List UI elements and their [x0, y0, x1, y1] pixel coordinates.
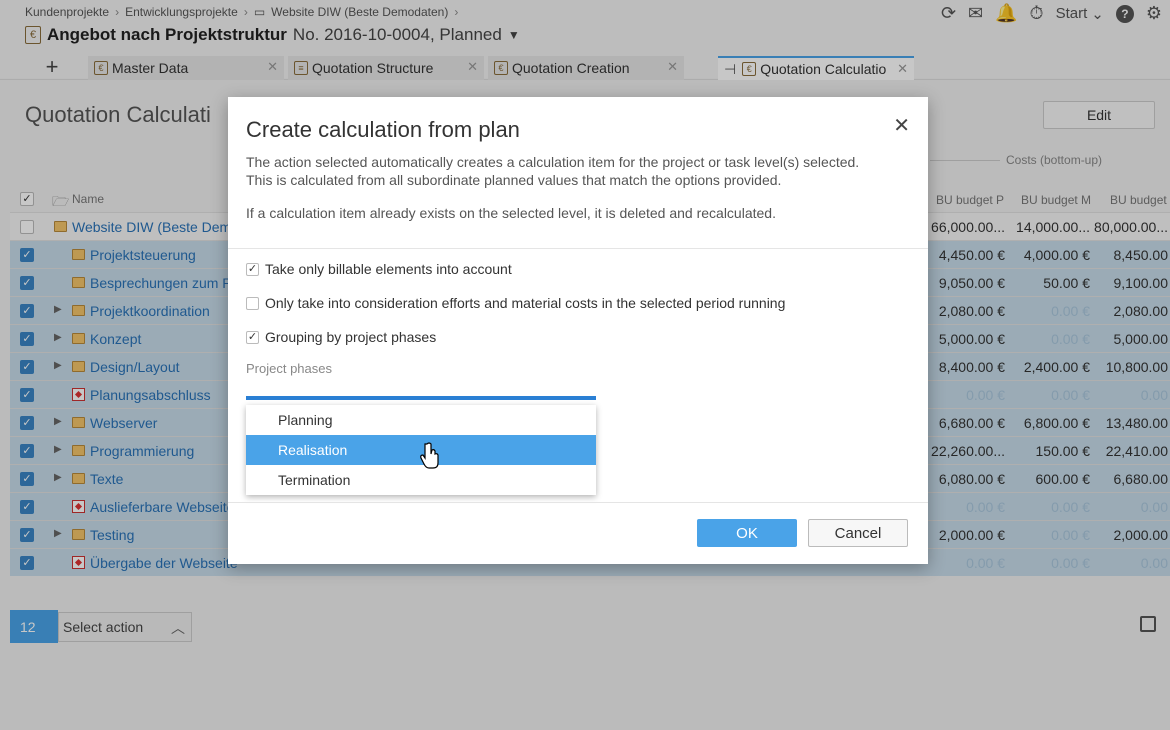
project-phases-input[interactable]: [246, 378, 596, 400]
description-note: If a calculation item already exists on …: [246, 205, 776, 221]
create-calculation-dialog: ✕ Create calculation from plan The actio…: [228, 97, 928, 564]
dialog-description: The action selected automatically create…: [246, 153, 906, 189]
divider: [228, 502, 928, 503]
option-label: Grouping by project phases: [265, 329, 437, 345]
dialog-title: Create calculation from plan: [246, 117, 520, 142]
cancel-button[interactable]: Cancel: [808, 519, 908, 547]
billable-only-checkbox[interactable]: ✓: [246, 262, 259, 276]
option-label: Take only billable elements into account: [265, 261, 512, 277]
description-line: This is calculated from all subordinate …: [246, 172, 782, 188]
billable-only-option[interactable]: ✓ Take only billable elements into accou…: [246, 261, 512, 277]
hand-cursor-icon: [420, 442, 439, 469]
divider: [228, 248, 928, 249]
project-phases-label: Project phases: [246, 361, 332, 376]
group-by-phases-option[interactable]: ✓ Grouping by project phases: [246, 329, 436, 345]
option-label: Only take into consideration efforts and…: [265, 295, 786, 311]
ok-button[interactable]: OK: [697, 519, 797, 547]
description-line: The action selected automatically create…: [246, 154, 860, 170]
selected-period-checkbox[interactable]: [246, 296, 259, 310]
selected-period-option[interactable]: Only take into consideration efforts and…: [246, 295, 785, 311]
group-by-phases-checkbox[interactable]: ✓: [246, 330, 259, 344]
close-icon[interactable]: ✕: [893, 113, 910, 138]
phase-option-planning[interactable]: Planning: [246, 405, 596, 435]
